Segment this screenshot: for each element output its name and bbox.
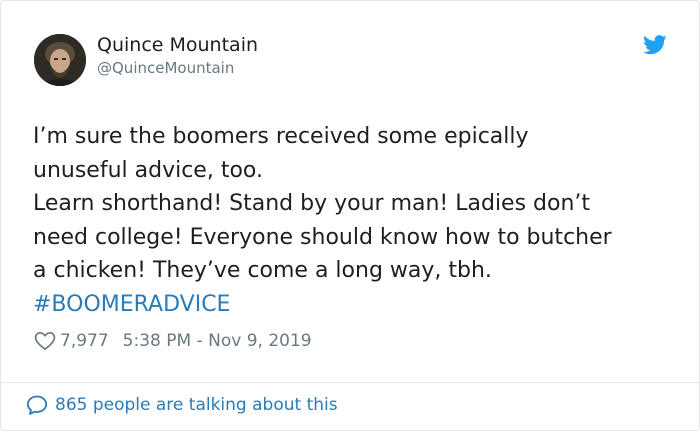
like-count[interactable]: 7,977 — [60, 331, 109, 351]
avatar[interactable] — [34, 34, 86, 86]
discussion-label[interactable]: 865 people are talking about this — [55, 395, 338, 415]
tweet-text: I’m sure the boomers received some epica… — [33, 120, 683, 321]
timestamp-link[interactable]: 5:38 PM - Nov 9, 2019 — [123, 331, 312, 351]
speech-bubble-icon — [26, 395, 48, 415]
tweet-line: need college! Everyone should know how t… — [33, 224, 612, 250]
divider — [1, 382, 700, 383]
tweet-line: I’m sure the boomers received some epica… — [33, 124, 529, 149]
author-handle[interactable]: @QuinceMountain — [97, 59, 234, 77]
tweet-meta: 7,977 5:38 PM - Nov 9, 2019 — [34, 331, 312, 351]
tweet-card: Quince Mountain @QuinceMountain I’m sure… — [0, 0, 700, 431]
tweet-line: Learn shorthand! Stand by your man! Ladi… — [33, 191, 591, 216]
tweet-line: a chicken! They’ve come a long way, tbh. — [33, 258, 492, 283]
discussion-link[interactable]: 865 people are talking about this — [25, 393, 338, 417]
hashtag-link[interactable]: #BOOMERADVICE — [33, 288, 683, 322]
author-name[interactable]: Quince Mountain — [97, 34, 258, 56]
twitter-bird-icon[interactable] — [643, 35, 667, 55]
heart-icon[interactable] — [34, 331, 56, 351]
tweet-line: unuseful advice, too. — [33, 157, 263, 183]
